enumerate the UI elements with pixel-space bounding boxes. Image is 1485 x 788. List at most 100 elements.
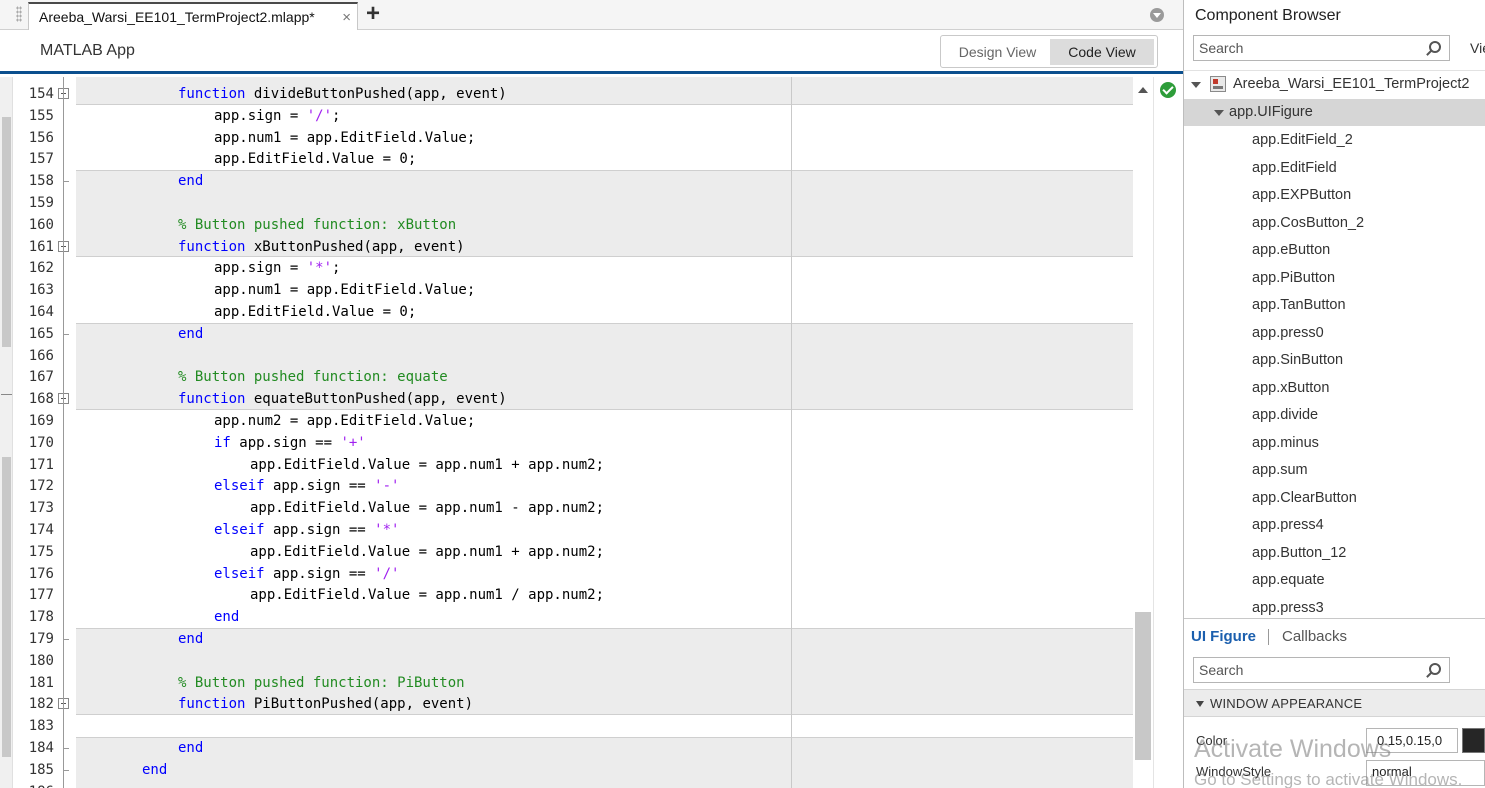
code-line[interactable]: end <box>178 170 203 192</box>
line-number: 172 <box>28 478 54 495</box>
tree-item-component[interactable]: app.EditField_2 <box>1184 127 1485 154</box>
code-line[interactable]: app.EditField.Value = 0; <box>214 148 416 170</box>
tree-item-uifigure[interactable]: app.UIFigure <box>1184 99 1485 126</box>
code-line[interactable]: app.num2 = app.EditField.Value; <box>214 410 475 432</box>
code-line[interactable]: end <box>178 628 203 650</box>
code-line[interactable]: if app.sign == '+' <box>214 432 366 454</box>
scroll-up-arrow-icon[interactable] <box>1138 87 1148 93</box>
code-line[interactable]: app.EditField.Value = app.num1 + app.num… <box>250 454 604 476</box>
tree-root-item[interactable]: Areeba_Warsi_EE101_TermProject2 <box>1184 71 1485 98</box>
code-line[interactable]: function divideButtonPushed(app, event) <box>178 83 507 105</box>
code-line[interactable]: function equateButtonPushed(app, event) <box>178 388 507 410</box>
tree-item-component[interactable]: app.CosButton_2 <box>1184 210 1485 237</box>
tree-item-component[interactable]: app.press0 <box>1184 320 1485 347</box>
code-editor[interactable]: 154 155 156 157 158 159 160 161 162 163 164 165 166 1… <box>0 77 1183 788</box>
string-token: '*' <box>306 260 333 277</box>
keyword-token: function <box>178 86 246 102</box>
file-tab[interactable]: Areeba_Warsi_EE101_TermProject2.mlapp* × <box>28 2 358 31</box>
component-search-input[interactable] <box>1199 38 1421 58</box>
code-line[interactable]: % Button pushed function: PiButton <box>178 672 465 694</box>
view-options-label[interactable]: Vie <box>1470 40 1485 56</box>
string-token: '+' <box>340 434 366 451</box>
overview-marker <box>1 394 12 395</box>
line-number: 173 <box>28 500 54 517</box>
tab-callbacks[interactable]: Callbacks <box>1282 628 1347 645</box>
code-line[interactable]: function PiButtonPushed(app, event) <box>178 693 473 715</box>
tree-item-component[interactable]: app.TanButton <box>1184 292 1485 319</box>
code-line[interactable]: % Button pushed function: equate <box>178 366 448 388</box>
code-line[interactable]: end <box>178 323 203 345</box>
expand-triangle-icon[interactable] <box>1214 110 1224 116</box>
tree-item-component[interactable]: app.sum <box>1184 457 1485 484</box>
code-line[interactable]: function xButtonPushed(app, event) <box>178 236 465 258</box>
tree-item-component[interactable]: app.divide <box>1184 402 1485 429</box>
code-view-button[interactable]: Code View <box>1050 39 1154 65</box>
code-line[interactable]: elseif app.sign == '-' <box>214 475 399 497</box>
search-icon[interactable] <box>1429 663 1441 675</box>
close-tab-icon[interactable]: × <box>342 9 351 26</box>
code-token: app.sign == <box>230 434 341 451</box>
scrollbar-thumb[interactable] <box>1135 612 1151 760</box>
line-number: 182 <box>28 696 54 713</box>
overview-thumb[interactable] <box>2 117 11 347</box>
tree-item-component[interactable]: app.press3 <box>1184 595 1485 619</box>
add-tab-icon[interactable]: + <box>366 1 380 27</box>
overview-scrollbar[interactable] <box>0 77 13 788</box>
code-line[interactable]: % Button pushed function: xButton <box>178 214 456 236</box>
tree-item-component[interactable]: app.PiButton <box>1184 265 1485 292</box>
collapse-triangle-icon[interactable] <box>1196 701 1204 707</box>
code-line[interactable]: end <box>178 737 203 759</box>
tree-item-component[interactable]: app.EditField <box>1184 155 1485 182</box>
comment-token: % Button pushed function: equate <box>178 369 448 386</box>
inspector-tabs: UI Figure Callbacks <box>1184 618 1485 654</box>
design-view-button[interactable]: Design View <box>945 39 1050 65</box>
line-number-gutter: 154 155 156 157 158 159 160 161 162 163 164 165 166 1… <box>14 77 76 788</box>
code-area[interactable]: function divideButtonPushed(app, event) a… <box>76 77 1133 788</box>
tree-item-label: app.divide <box>1252 407 1319 423</box>
tab-menu-icon[interactable] <box>1150 8 1164 22</box>
code-line[interactable]: end <box>142 759 167 781</box>
tab-grip-handle[interactable] <box>16 6 22 22</box>
expand-triangle-icon[interactable] <box>1191 82 1201 88</box>
line-number: 181 <box>28 674 54 691</box>
section-title: WINDOW APPEARANCE <box>1210 696 1363 711</box>
overview-thumb[interactable] <box>2 457 11 757</box>
code-line[interactable]: app.num1 = app.EditField.Value; <box>214 279 475 301</box>
tree-item-component[interactable]: app.press4 <box>1184 512 1485 539</box>
code-line[interactable]: app.num1 = app.EditField.Value; <box>214 127 475 149</box>
editor-vertical-scrollbar[interactable] <box>1133 77 1153 788</box>
tree-item-component[interactable]: app.Button_12 <box>1184 540 1485 567</box>
line-number: 168 <box>28 391 54 408</box>
code-line[interactable]: app.sign = '/'; <box>214 105 340 127</box>
tree-item-component[interactable]: app.equate <box>1184 567 1485 594</box>
function-body-region <box>76 714 1133 738</box>
tree-item-component[interactable]: app.xButton <box>1184 375 1485 402</box>
line-number: 159 <box>28 195 54 211</box>
color-swatch-button[interactable] <box>1462 728 1485 753</box>
property-search-input[interactable] <box>1199 660 1421 680</box>
line-number: 160 <box>28 216 54 233</box>
tree-item-label: app.equate <box>1252 572 1325 588</box>
code-line[interactable]: app.EditField.Value = app.num1 / app.num… <box>250 584 604 606</box>
line-number: 161 <box>28 238 54 255</box>
search-icon[interactable] <box>1429 41 1441 53</box>
tree-item-component[interactable]: app.minus <box>1184 430 1485 457</box>
window-appearance-section-header[interactable]: WINDOW APPEARANCE <box>1184 689 1485 717</box>
line-number: 184 <box>28 740 54 756</box>
tree-item-component[interactable]: app.ClearButton <box>1184 485 1485 512</box>
code-line[interactable]: elseif app.sign == '/' <box>214 563 399 585</box>
tree-item-component[interactable]: app.SinButton <box>1184 347 1485 374</box>
code-line[interactable]: elseif app.sign == '*' <box>214 519 399 541</box>
check-circle-icon[interactable] <box>1160 82 1176 98</box>
keyword-token: end <box>178 740 204 756</box>
code-line[interactable]: end <box>214 606 239 628</box>
code-line[interactable]: app.sign = '*'; <box>214 257 340 279</box>
tab-ui-figure[interactable]: UI Figure <box>1191 628 1256 645</box>
code-line[interactable]: app.EditField.Value = app.num1 - app.num… <box>250 497 604 519</box>
keyword-token: function <box>178 696 246 713</box>
code-line[interactable]: app.EditField.Value = app.num1 + app.num… <box>250 541 604 563</box>
code-line[interactable]: app.EditField.Value = 0; <box>214 301 416 323</box>
tree-item-component[interactable]: app.EXPButton <box>1184 182 1485 209</box>
tree-item-component[interactable]: app.eButton <box>1184 237 1485 264</box>
tree-item-label: app.sum <box>1252 462 1308 478</box>
